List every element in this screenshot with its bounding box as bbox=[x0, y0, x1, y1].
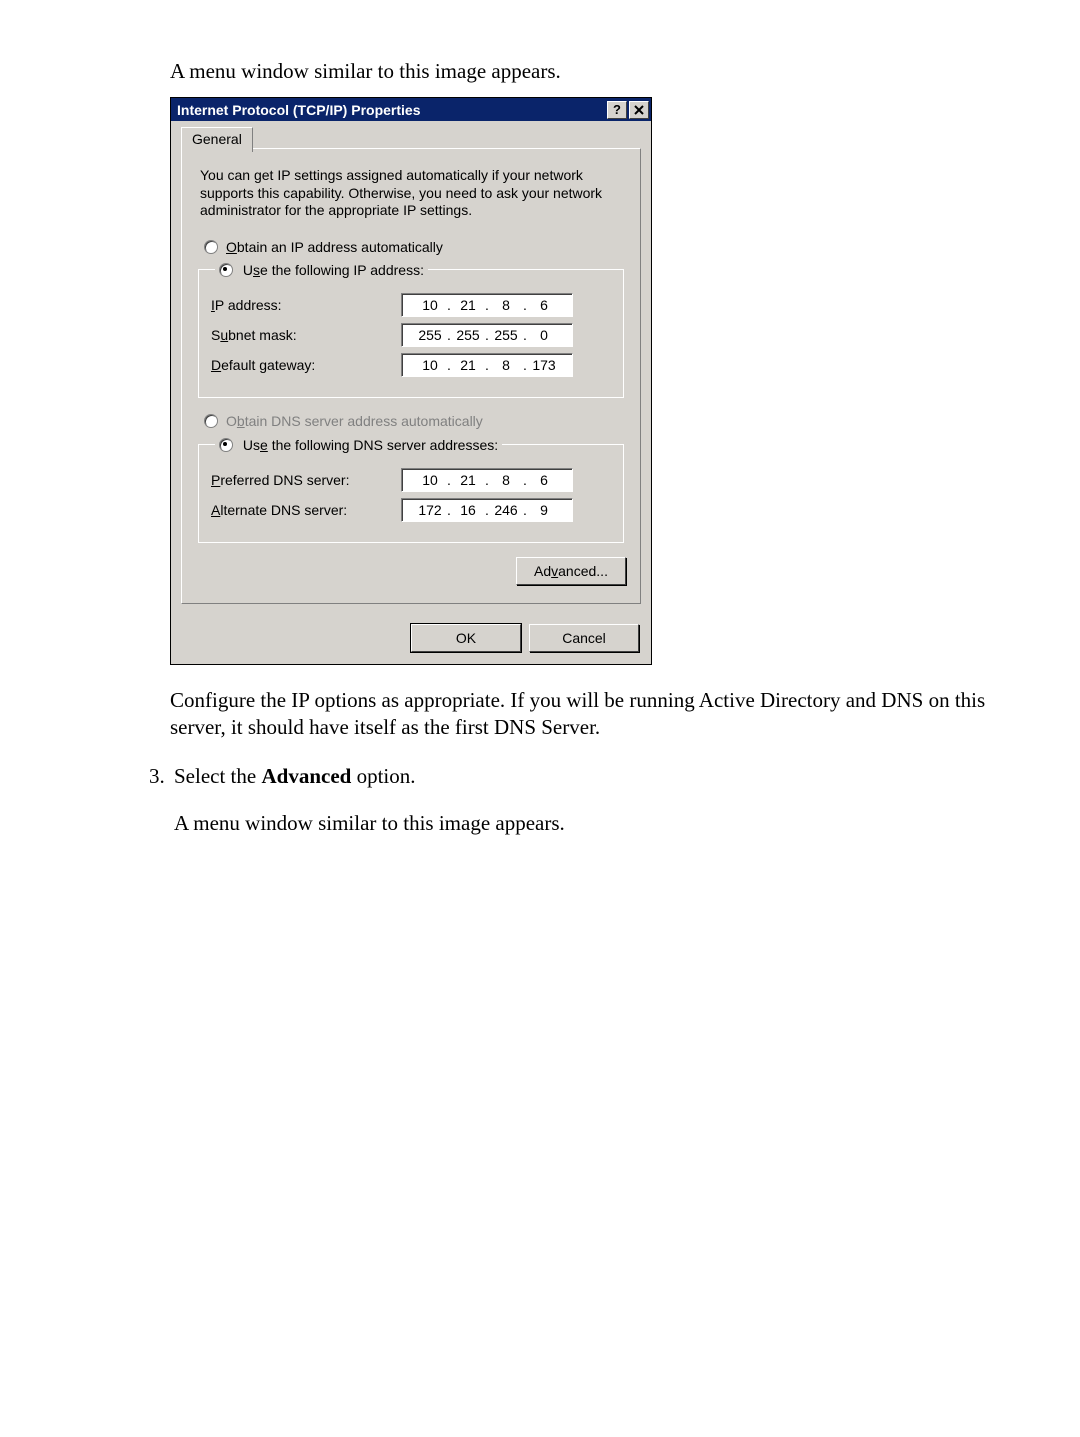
radio-icon bbox=[219, 438, 233, 452]
group-use-following-ip: Use the following IP address: IP address… bbox=[198, 260, 624, 398]
after-step3-text: A menu window similar to this image appe… bbox=[174, 811, 1020, 836]
label-preferred-dns: Preferred DNS server: bbox=[211, 471, 401, 489]
tab-panel-general: You can get IP settings assigned automat… bbox=[181, 148, 641, 604]
label-alternate-dns: Alternate DNS server: bbox=[211, 501, 401, 519]
intro-text: A menu window similar to this image appe… bbox=[170, 58, 1020, 85]
radio-label: Use the following IP address: bbox=[243, 262, 424, 278]
help-icon[interactable]: ? bbox=[607, 101, 627, 119]
input-default-gateway[interactable]: 10. 21. 8. 173 bbox=[401, 353, 573, 377]
radio-use-following-dns[interactable]: Use the following DNS server addresses: bbox=[215, 435, 502, 454]
tab-general[interactable]: General bbox=[181, 127, 253, 152]
radio-obtain-dns-auto: Obtain DNS server address automatically bbox=[204, 412, 626, 430]
input-preferred-dns[interactable]: 10. 21. 8. 6 bbox=[401, 468, 573, 492]
dialog-title: Internet Protocol (TCP/IP) Properties bbox=[177, 101, 605, 119]
ok-button[interactable]: OK bbox=[411, 624, 521, 652]
instruction-list: Select the Advanced option. A menu windo… bbox=[140, 764, 1080, 836]
radio-use-following-ip[interactable]: Use the following IP address: bbox=[215, 260, 428, 279]
radio-label: Obtain DNS server address automatically bbox=[226, 412, 483, 430]
tcpip-properties-dialog: Internet Protocol (TCP/IP) Properties ? … bbox=[170, 97, 652, 665]
radio-icon bbox=[219, 263, 233, 277]
row-preferred-dns: Preferred DNS server: 10. 21. 8. 6 bbox=[211, 468, 611, 492]
cancel-button[interactable]: Cancel bbox=[529, 624, 639, 652]
label-ip-address: IP address: bbox=[211, 296, 401, 314]
row-alternate-dns: Alternate DNS server: 172. 16. 246. 9 bbox=[211, 498, 611, 522]
input-subnet-mask[interactable]: 255. 255. 255. 0 bbox=[401, 323, 573, 347]
after-dialog-text: Configure the IP options as appropriate.… bbox=[170, 687, 1020, 742]
dialog-description: You can get IP settings assigned automat… bbox=[200, 167, 622, 220]
input-alternate-dns[interactable]: 172. 16. 246. 9 bbox=[401, 498, 573, 522]
row-default-gateway: Default gateway: 10. 21. 8. 173 bbox=[211, 353, 611, 377]
group-use-following-dns: Use the following DNS server addresses: … bbox=[198, 435, 624, 543]
advanced-button[interactable]: Advanced... bbox=[516, 557, 626, 585]
close-icon[interactable] bbox=[629, 101, 649, 119]
radio-label: Use the following DNS server addresses: bbox=[243, 437, 498, 453]
titlebar[interactable]: Internet Protocol (TCP/IP) Properties ? bbox=[171, 98, 651, 121]
radio-icon bbox=[204, 240, 218, 254]
row-subnet-mask: Subnet mask: 255. 255. 255. 0 bbox=[211, 323, 611, 347]
radio-obtain-ip-auto[interactable]: Obtain an IP address automatically bbox=[204, 238, 626, 256]
radio-label: Obtain an IP address automatically bbox=[226, 238, 443, 256]
label-subnet-mask: Subnet mask: bbox=[211, 326, 401, 344]
list-item: Select the Advanced option. A menu windo… bbox=[170, 764, 1020, 836]
radio-icon bbox=[204, 414, 218, 428]
input-ip-address[interactable]: 10. 21. 8. 6 bbox=[401, 293, 573, 317]
row-ip-address: IP address: 10. 21. 8. 6 bbox=[211, 293, 611, 317]
label-default-gateway: Default gateway: bbox=[211, 356, 401, 374]
